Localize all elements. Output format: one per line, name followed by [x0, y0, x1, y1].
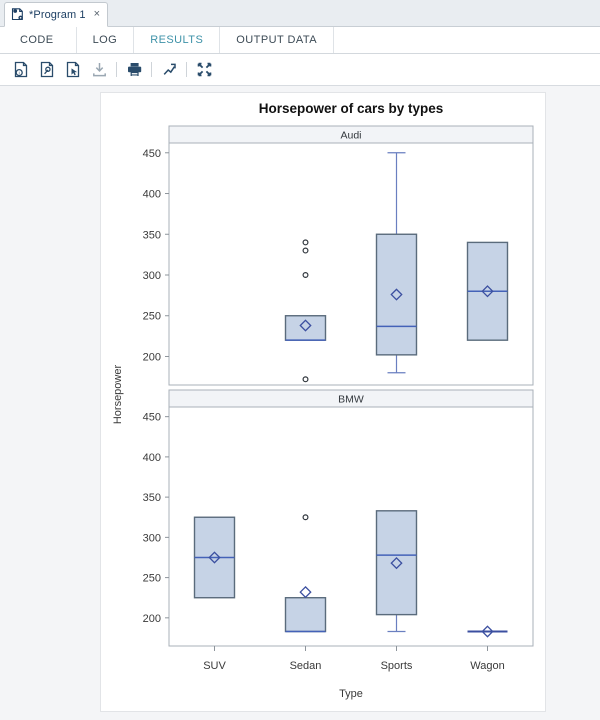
y-tick-label-0-300: 300 — [143, 270, 161, 282]
sas-program-icon — [11, 8, 24, 21]
x-axis-label: Type — [339, 688, 363, 700]
results-select-icon[interactable] — [60, 57, 86, 83]
box-audi-wagon — [466, 241, 509, 341]
y-axis-label: Horsepower — [112, 365, 124, 425]
view-tab-filler — [334, 27, 600, 53]
y-tick-label-1-400: 400 — [143, 452, 161, 464]
y-tick-label-0-250: 250 — [143, 311, 161, 323]
y-tick-label-1-350: 350 — [143, 492, 161, 504]
results-package-icon[interactable] — [34, 57, 60, 83]
document-tab-strip: *Program 1 × — [0, 0, 600, 27]
results-toolbar: i — [0, 54, 600, 86]
y-tick-label-1-250: 250 — [143, 573, 161, 585]
collapse-icon[interactable] — [191, 57, 217, 83]
panel-header-label-bmw: BMW — [338, 394, 364, 406]
y-tick-label-0-350: 350 — [143, 229, 161, 241]
results-output-card: Horsepower of cars by types Horsepower Typ… — [100, 92, 546, 712]
tab-results-label: RESULTS — [150, 34, 204, 46]
box-rect — [284, 597, 327, 633]
y-tick-label-1-200: 200 — [143, 613, 161, 625]
results-properties-icon[interactable]: i — [8, 57, 34, 83]
box-rect — [375, 510, 418, 616]
x-tick-label-wagon: Wagon — [470, 660, 504, 672]
tab-output-data[interactable]: OUTPUT DATA — [220, 27, 334, 53]
boxplot-chart: Horsepower of cars by types Horsepower Typ… — [101, 93, 545, 711]
y-tick-label-1-300: 300 — [143, 532, 161, 544]
open-in-new-window-icon[interactable] — [156, 57, 182, 83]
x-tick-label-sports: Sports — [381, 660, 413, 672]
box-bmw-suv — [193, 516, 236, 599]
y-tick-label-0-450: 450 — [143, 148, 161, 160]
svg-text:i: i — [18, 70, 19, 75]
tab-code[interactable]: CODE — [0, 27, 77, 53]
box-bmw-sports — [375, 510, 418, 633]
tab-log[interactable]: LOG — [77, 27, 135, 53]
boxplot-svg: Horsepower of cars by types Horsepower Typ… — [112, 101, 534, 700]
tab-code-label: CODE — [20, 34, 54, 46]
toolbar-separator — [116, 62, 117, 77]
y-tick-label-0-200: 200 — [143, 351, 161, 363]
tab-results[interactable]: RESULTS — [134, 27, 221, 53]
y-tick-label-1-450: 450 — [143, 412, 161, 424]
download-icon[interactable] — [86, 57, 112, 83]
panel-header-label-audi: Audi — [340, 130, 361, 142]
box-rect — [375, 233, 418, 356]
y-tick-label-0-400: 400 — [143, 189, 161, 201]
toolbar-separator — [186, 62, 187, 77]
x-tick-label-sedan: Sedan — [290, 660, 322, 672]
toolbar-separator — [151, 62, 152, 77]
chart-title: Horsepower of cars by types — [259, 101, 444, 116]
close-icon[interactable]: × — [94, 9, 100, 20]
x-tick-label-suv: SUV — [203, 660, 226, 672]
document-tab-program-1[interactable]: *Program 1 × — [4, 2, 109, 27]
tab-log-label: LOG — [92, 34, 118, 46]
view-tab-bar: CODE LOG RESULTS OUTPUT DATA — [0, 27, 600, 54]
sas-studio-results-window: *Program 1 × CODE LOG RESULTS OUTPUT DAT… — [0, 0, 600, 720]
results-pane[interactable]: Horsepower of cars by types Horsepower Typ… — [0, 86, 600, 720]
document-tab-label: *Program 1 — [29, 8, 86, 21]
print-icon[interactable] — [121, 57, 147, 83]
tab-output-data-label: OUTPUT DATA — [236, 34, 317, 46]
